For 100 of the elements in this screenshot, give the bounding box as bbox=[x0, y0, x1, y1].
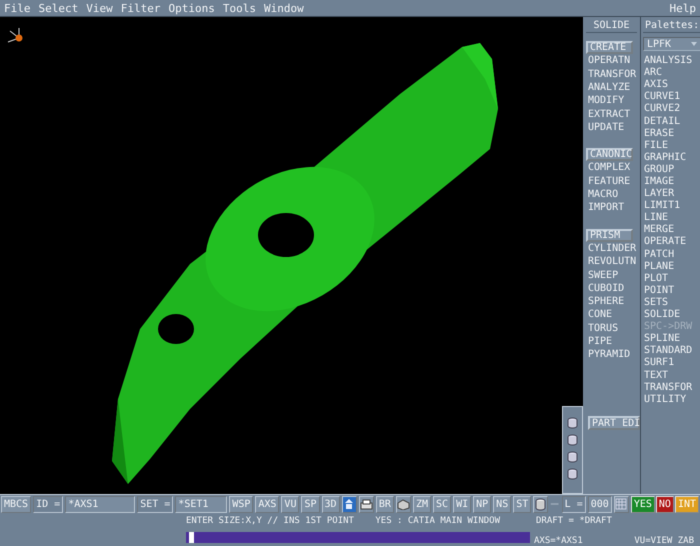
tool-button[interactable]: ST bbox=[513, 496, 532, 513]
command-item[interactable]: COMPLEX bbox=[586, 161, 637, 175]
answer-button[interactable]: YES bbox=[630, 496, 655, 513]
command-item[interactable]: SWEEP bbox=[586, 268, 637, 282]
prompt-text: ENTER SIZE:X,Y // INS 1ST POINT bbox=[186, 515, 354, 528]
command-item[interactable]: MODIFY bbox=[586, 94, 637, 108]
menu-item[interactable]: File bbox=[4, 2, 30, 15]
grid-button[interactable] bbox=[614, 496, 629, 513]
palette-item[interactable]: CURVE2 bbox=[643, 103, 700, 116]
menu-item[interactable]: Window bbox=[264, 2, 304, 15]
id-field[interactable]: *AXS1 bbox=[65, 496, 136, 513]
cylinder-icon bbox=[567, 434, 578, 446]
palette-item[interactable]: SPLINE bbox=[643, 333, 700, 346]
command-item[interactable]: UPDATE bbox=[586, 120, 637, 134]
draft-text: DRAFT = *DRAFT bbox=[535, 515, 613, 528]
command-item[interactable]: IMPORT bbox=[586, 201, 637, 215]
message-text: YES : CATIA MAIN WINDOW bbox=[375, 515, 500, 528]
palette-item[interactable]: POINT bbox=[643, 284, 700, 297]
palette-item[interactable]: PLANE bbox=[643, 260, 700, 273]
palette-item[interactable]: CURVE1 bbox=[643, 91, 700, 104]
answer-button[interactable]: NO bbox=[656, 496, 674, 513]
tool-button[interactable]: SC bbox=[433, 496, 452, 513]
palette-item[interactable]: MERGE bbox=[643, 224, 700, 236]
command-item[interactable]: CANONIC bbox=[586, 148, 633, 162]
l-label: L = bbox=[562, 496, 586, 513]
palette-item[interactable]: SURF1 bbox=[643, 357, 700, 370]
box-button[interactable] bbox=[396, 496, 411, 513]
palette-item[interactable]: DETAIL bbox=[643, 116, 700, 128]
command-item[interactable]: CONE bbox=[586, 308, 637, 322]
command-item[interactable]: TRANSFOR bbox=[586, 68, 637, 81]
tool-button[interactable]: VU bbox=[281, 496, 300, 513]
palette-item[interactable]: ANALYSIS bbox=[643, 55, 700, 68]
tool-button[interactable]: SP bbox=[301, 496, 320, 513]
view-text: VU=VIEW ZAB bbox=[634, 535, 694, 546]
tool-button[interactable]: NP bbox=[473, 496, 492, 513]
part-edit-button[interactable]: PART EDI bbox=[588, 416, 640, 430]
cylinder-icon bbox=[567, 451, 578, 464]
palette-item[interactable]: ERASE bbox=[643, 128, 700, 140]
command-item[interactable]: CREATE bbox=[586, 41, 633, 54]
command-item[interactable]: SPHERE bbox=[586, 295, 637, 308]
workbench-title: SOLIDE bbox=[586, 19, 637, 34]
palette-item[interactable]: IMAGE bbox=[643, 176, 700, 188]
command-item[interactable]: REVOLUTN bbox=[586, 255, 637, 269]
mode-button[interactable]: MBCS bbox=[1, 496, 32, 513]
caret-icon bbox=[691, 41, 698, 48]
set-label: SET = bbox=[137, 496, 174, 513]
command-item[interactable]: CYLINDER bbox=[586, 242, 637, 256]
palette-item[interactable]: OPERATE bbox=[643, 236, 700, 249]
exit-button[interactable] bbox=[342, 496, 357, 513]
menu-item[interactable]: Options bbox=[168, 2, 215, 15]
command-item[interactable]: PYRAMID bbox=[586, 348, 637, 362]
palette-dropdown[interactable]: LPFK bbox=[643, 37, 700, 52]
menu-item[interactable]: Select bbox=[38, 2, 78, 15]
command-item[interactable]: MACRO bbox=[586, 188, 637, 202]
palette-item[interactable]: LIMIT1 bbox=[643, 200, 700, 212]
command-item[interactable]: CUBOID bbox=[586, 282, 637, 296]
palette-item[interactable]: TEXT bbox=[643, 370, 700, 382]
palette-item[interactable]: SETS bbox=[643, 296, 700, 310]
cylinder-button[interactable] bbox=[533, 496, 548, 513]
command-item[interactable]: EXTRACT bbox=[586, 108, 637, 121]
tool-button[interactable]: AXS bbox=[255, 496, 280, 513]
tool-button[interactable]: NS bbox=[493, 496, 512, 513]
palette-item[interactable]: GRAPHIC bbox=[643, 152, 700, 164]
set-field[interactable]: *SET1 bbox=[175, 496, 228, 513]
palette-item[interactable]: UTILITY bbox=[643, 394, 700, 406]
palettes-title: Palettes: bbox=[643, 19, 700, 34]
command-line-field[interactable] bbox=[186, 532, 530, 543]
answer-button[interactable]: INT bbox=[674, 496, 700, 513]
command-item[interactable]: PIPE bbox=[586, 335, 637, 348]
palette-item[interactable]: ARC bbox=[643, 67, 700, 80]
cylinder-icon bbox=[567, 417, 578, 430]
command-item[interactable]: PRISM bbox=[586, 228, 633, 242]
command-item[interactable]: ANALYZE bbox=[586, 80, 637, 94]
palette-item[interactable]: PLOT bbox=[643, 272, 700, 285]
palette-item[interactable]: SOLIDE bbox=[643, 309, 700, 322]
command-item[interactable]: OPERATN bbox=[586, 54, 637, 68]
palette-item[interactable]: LAYER bbox=[643, 188, 700, 200]
palette-item[interactable]: TRANSFOR bbox=[643, 382, 700, 394]
menu-item[interactable]: View bbox=[86, 2, 113, 15]
printer-icon bbox=[360, 498, 373, 510]
menu-item[interactable]: Help bbox=[670, 2, 696, 15]
palette-item[interactable]: STANDARD bbox=[643, 345, 700, 358]
palette-item[interactable]: AXIS bbox=[643, 79, 700, 92]
text-cursor bbox=[189, 532, 194, 543]
palette-item[interactable]: FILE bbox=[643, 140, 700, 152]
palette-item[interactable]: LINE bbox=[643, 212, 700, 224]
l-field[interactable]: 000 bbox=[588, 496, 612, 513]
print-button[interactable] bbox=[358, 496, 374, 513]
tool-button[interactable]: 3D bbox=[322, 496, 340, 513]
menu-item[interactable]: Tools bbox=[222, 2, 256, 15]
command-item[interactable]: TORUS bbox=[586, 322, 637, 335]
tool-button[interactable]: WSP bbox=[229, 496, 254, 513]
exit-icon bbox=[343, 498, 356, 510]
palette-item[interactable]: GROUP bbox=[643, 164, 700, 176]
command-item[interactable]: FEATURE bbox=[586, 174, 637, 188]
palette-item[interactable]: PATCH bbox=[643, 248, 700, 261]
tool-button[interactable]: ZM bbox=[412, 496, 432, 513]
menu-item[interactable]: Filter bbox=[120, 2, 160, 15]
tool-button[interactable]: BR bbox=[376, 496, 394, 513]
tool-button[interactable]: WI bbox=[453, 496, 472, 513]
